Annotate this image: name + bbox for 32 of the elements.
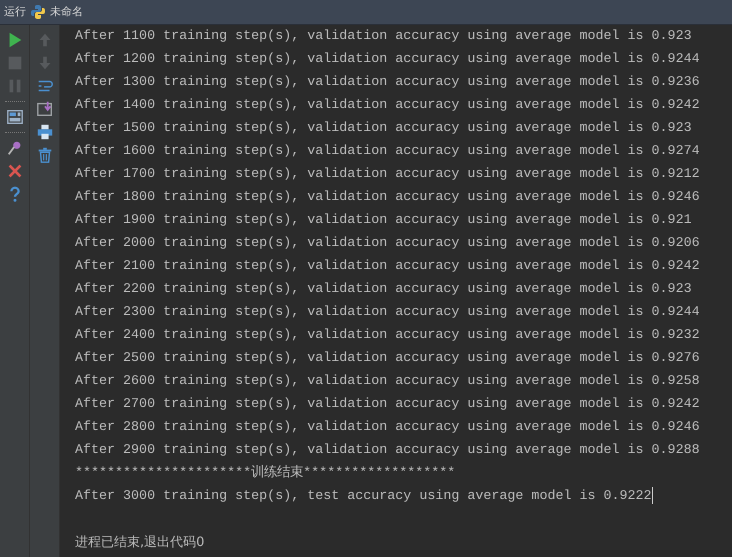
console-line: After 1900 training step(s), validation accuracy using average model is 0.921 <box>75 213 692 228</box>
console-line: After 2800 training step(s), validation accuracy using average model is 0.9246 <box>75 420 700 435</box>
console-line: After 1400 training step(s), validation accuracy using average model is 0.9242 <box>75 98 700 113</box>
console-line: After 2700 training step(s), validation accuracy using average model is 0.9242 <box>75 397 700 412</box>
console-line: After 2900 training step(s), validation accuracy using average model is 0.9288 <box>75 443 700 458</box>
console-line: After 2300 training step(s), validation accuracy using average model is 0.9244 <box>75 305 700 320</box>
console-line: **********************训练结束******************* <box>75 466 456 481</box>
console-line: After 1100 training step(s), validation accuracy using average model is 0.923 <box>75 29 692 44</box>
console-line: After 3000 training step(s), test accuracy using average model is 0.9222 <box>75 489 652 504</box>
exit-message: 进程已结束,退出代码0 <box>75 535 204 550</box>
stop-icon <box>6 54 24 72</box>
console-line: After 1700 training step(s), validation accuracy using average model is 0.9212 <box>75 167 700 182</box>
console-line: After 1300 training step(s), validation accuracy using average model is 0.9236 <box>75 75 700 90</box>
console-line: After 2200 training step(s), validation accuracy using average model is 0.923 <box>75 282 692 297</box>
print-icon <box>36 123 54 141</box>
python-icon <box>30 4 46 20</box>
layout-icon <box>6 108 24 126</box>
console-line: After 1600 training step(s), validation accuracy using average model is 0.9274 <box>75 144 700 159</box>
tool-window-title: 运行 <box>4 4 26 20</box>
console-line: After 2400 training step(s), validation accuracy using average model is 0.9232 <box>75 328 700 343</box>
console-line: After 2100 training step(s), validation accuracy using average model is 0.9242 <box>75 259 700 274</box>
pin-icon <box>6 139 24 157</box>
console-line: After 2600 training step(s), validation accuracy using average model is 0.9258 <box>75 374 700 389</box>
console-line: After 2500 training step(s), validation accuracy using average model is 0.9276 <box>75 351 700 366</box>
text-cursor <box>652 486 653 504</box>
console-line: After 1500 training step(s), validation accuracy using average model is 0.923 <box>75 121 692 136</box>
console-line: After 1800 training step(s), validation accuracy using average model is 0.9246 <box>75 190 700 205</box>
console-line: After 2000 training step(s), validation accuracy using average model is 0.9206 <box>75 236 700 251</box>
scroll-to-end-icon <box>36 100 54 118</box>
trash-icon <box>36 146 54 164</box>
run-config-name: 未命名 <box>50 4 83 20</box>
console-line: After 1200 training step(s), validation accuracy using average model is 0.9244 <box>75 52 700 67</box>
